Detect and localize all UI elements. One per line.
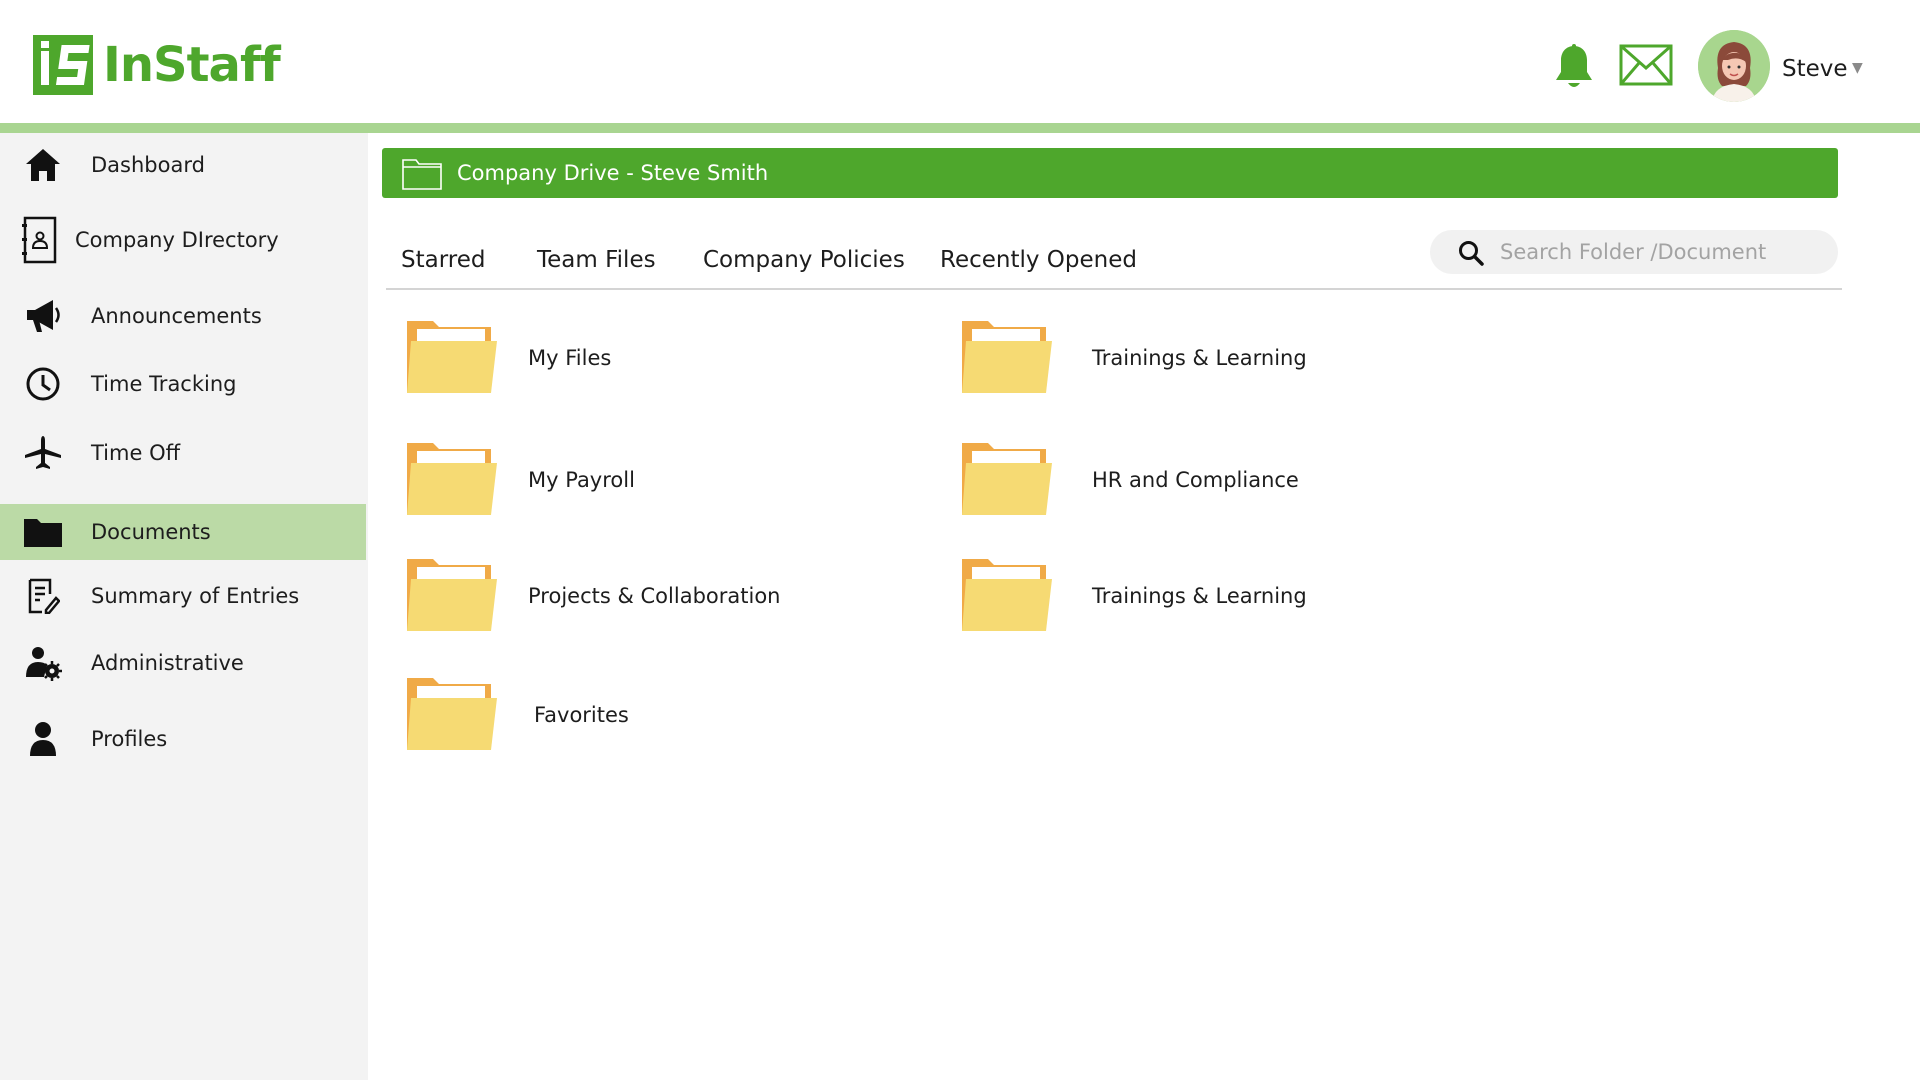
folder-hr-and-compliance[interactable]: HR and Compliance	[958, 440, 1299, 520]
sidebar-item-time-off[interactable]: Time Off	[0, 425, 366, 481]
sidebar-item-profiles[interactable]: Profiles	[0, 711, 366, 767]
sidebar-item-label: Time Tracking	[91, 372, 237, 396]
sidebar-item-time-tracking[interactable]: Time Tracking	[0, 356, 366, 412]
folder-label: My Files	[528, 346, 612, 370]
folder-my-files[interactable]: My Files	[403, 318, 611, 398]
sidebar-item-summary-of-entries[interactable]: Summary of Entries	[0, 568, 366, 624]
folder-my-payroll[interactable]: My Payroll	[403, 440, 635, 520]
brand-name: InStaff	[103, 37, 281, 93]
folder-icon	[403, 676, 501, 754]
mail-icon[interactable]	[1619, 44, 1673, 86]
folder-icon	[403, 319, 501, 397]
sidebar-item-label: Documents	[91, 520, 211, 544]
notification-bell-icon[interactable]	[1553, 44, 1595, 90]
folder-icon	[403, 557, 501, 635]
contact-book-icon	[18, 216, 60, 264]
drive-title: Company Drive - Steve Smith	[457, 161, 769, 185]
tab-recently-opened[interactable]: Recently Opened	[940, 247, 1137, 273]
folder-outline-icon	[402, 159, 442, 190]
sidebar-item-administrative[interactable]: Administrative	[0, 635, 366, 691]
airplane-icon	[22, 432, 64, 474]
sidebar-item-company-directory[interactable]: Company DIrectory	[0, 212, 366, 268]
chevron-down-icon[interactable]: ▼	[1852, 60, 1863, 76]
sidebar-item-documents[interactable]: Documents	[0, 504, 366, 560]
app-logo[interactable]: InStaff	[33, 35, 281, 95]
folder-trainings-learning-2[interactable]: Trainings & Learning	[958, 556, 1307, 636]
folder-icon	[22, 511, 64, 553]
megaphone-icon	[22, 295, 64, 337]
user-icon	[22, 718, 64, 760]
company-drive-banner: Company Drive - Steve Smith	[382, 148, 1838, 198]
home-icon	[22, 144, 64, 186]
sidebar-item-label: Administrative	[91, 651, 244, 675]
folder-trainings-learning[interactable]: Trainings & Learning	[958, 318, 1307, 398]
search-input[interactable]	[1500, 236, 1820, 268]
sidebar-item-label: Announcements	[91, 304, 262, 328]
sidebar-item-label: Profiles	[91, 727, 168, 751]
search-icon[interactable]	[1458, 240, 1484, 266]
folder-label: Trainings & Learning	[1092, 346, 1307, 370]
tab-company-policies[interactable]: Company Policies	[703, 247, 905, 273]
folder-label: Trainings & Learning	[1092, 584, 1307, 608]
user-name[interactable]: Steve	[1782, 56, 1848, 82]
header-accent-bar	[0, 123, 1920, 133]
folder-icon	[958, 441, 1056, 519]
folder-icon	[958, 557, 1056, 635]
folder-label: Projects & Collaboration	[528, 584, 781, 608]
folder-label: Favorites	[534, 703, 629, 727]
folder-label: HR and Compliance	[1092, 468, 1299, 492]
folder-icon	[403, 441, 501, 519]
search-box	[1430, 230, 1838, 274]
user-gear-icon	[22, 642, 64, 684]
sidebar-item-announcements[interactable]: Announcements	[0, 288, 366, 344]
clock-icon	[22, 363, 64, 405]
app-header: InStaff Steve ▼	[0, 0, 1920, 123]
folder-favorites[interactable]: Favorites	[403, 675, 629, 755]
avatar-woman-icon	[1698, 30, 1770, 102]
tab-team-files[interactable]: Team Files	[537, 247, 656, 273]
user-avatar[interactable]	[1698, 30, 1770, 102]
tab-starred[interactable]: Starred	[401, 247, 485, 273]
sidebar-item-label: Time Off	[91, 441, 181, 465]
sidebar-item-dashboard[interactable]: Dashboard	[0, 137, 366, 193]
sidebar: Dashboard Company DIrectory Announcement…	[0, 133, 368, 1080]
sidebar-item-label: Dashboard	[91, 153, 205, 177]
document-edit-icon	[22, 575, 64, 617]
sidebar-item-label: Company DIrectory	[75, 228, 279, 252]
folder-label: My Payroll	[528, 468, 635, 492]
instaff-logo-icon	[33, 35, 93, 95]
folder-projects-collaboration[interactable]: Projects & Collaboration	[403, 556, 780, 636]
sidebar-item-label: Summary of Entries	[91, 584, 300, 608]
folder-icon	[958, 319, 1056, 397]
